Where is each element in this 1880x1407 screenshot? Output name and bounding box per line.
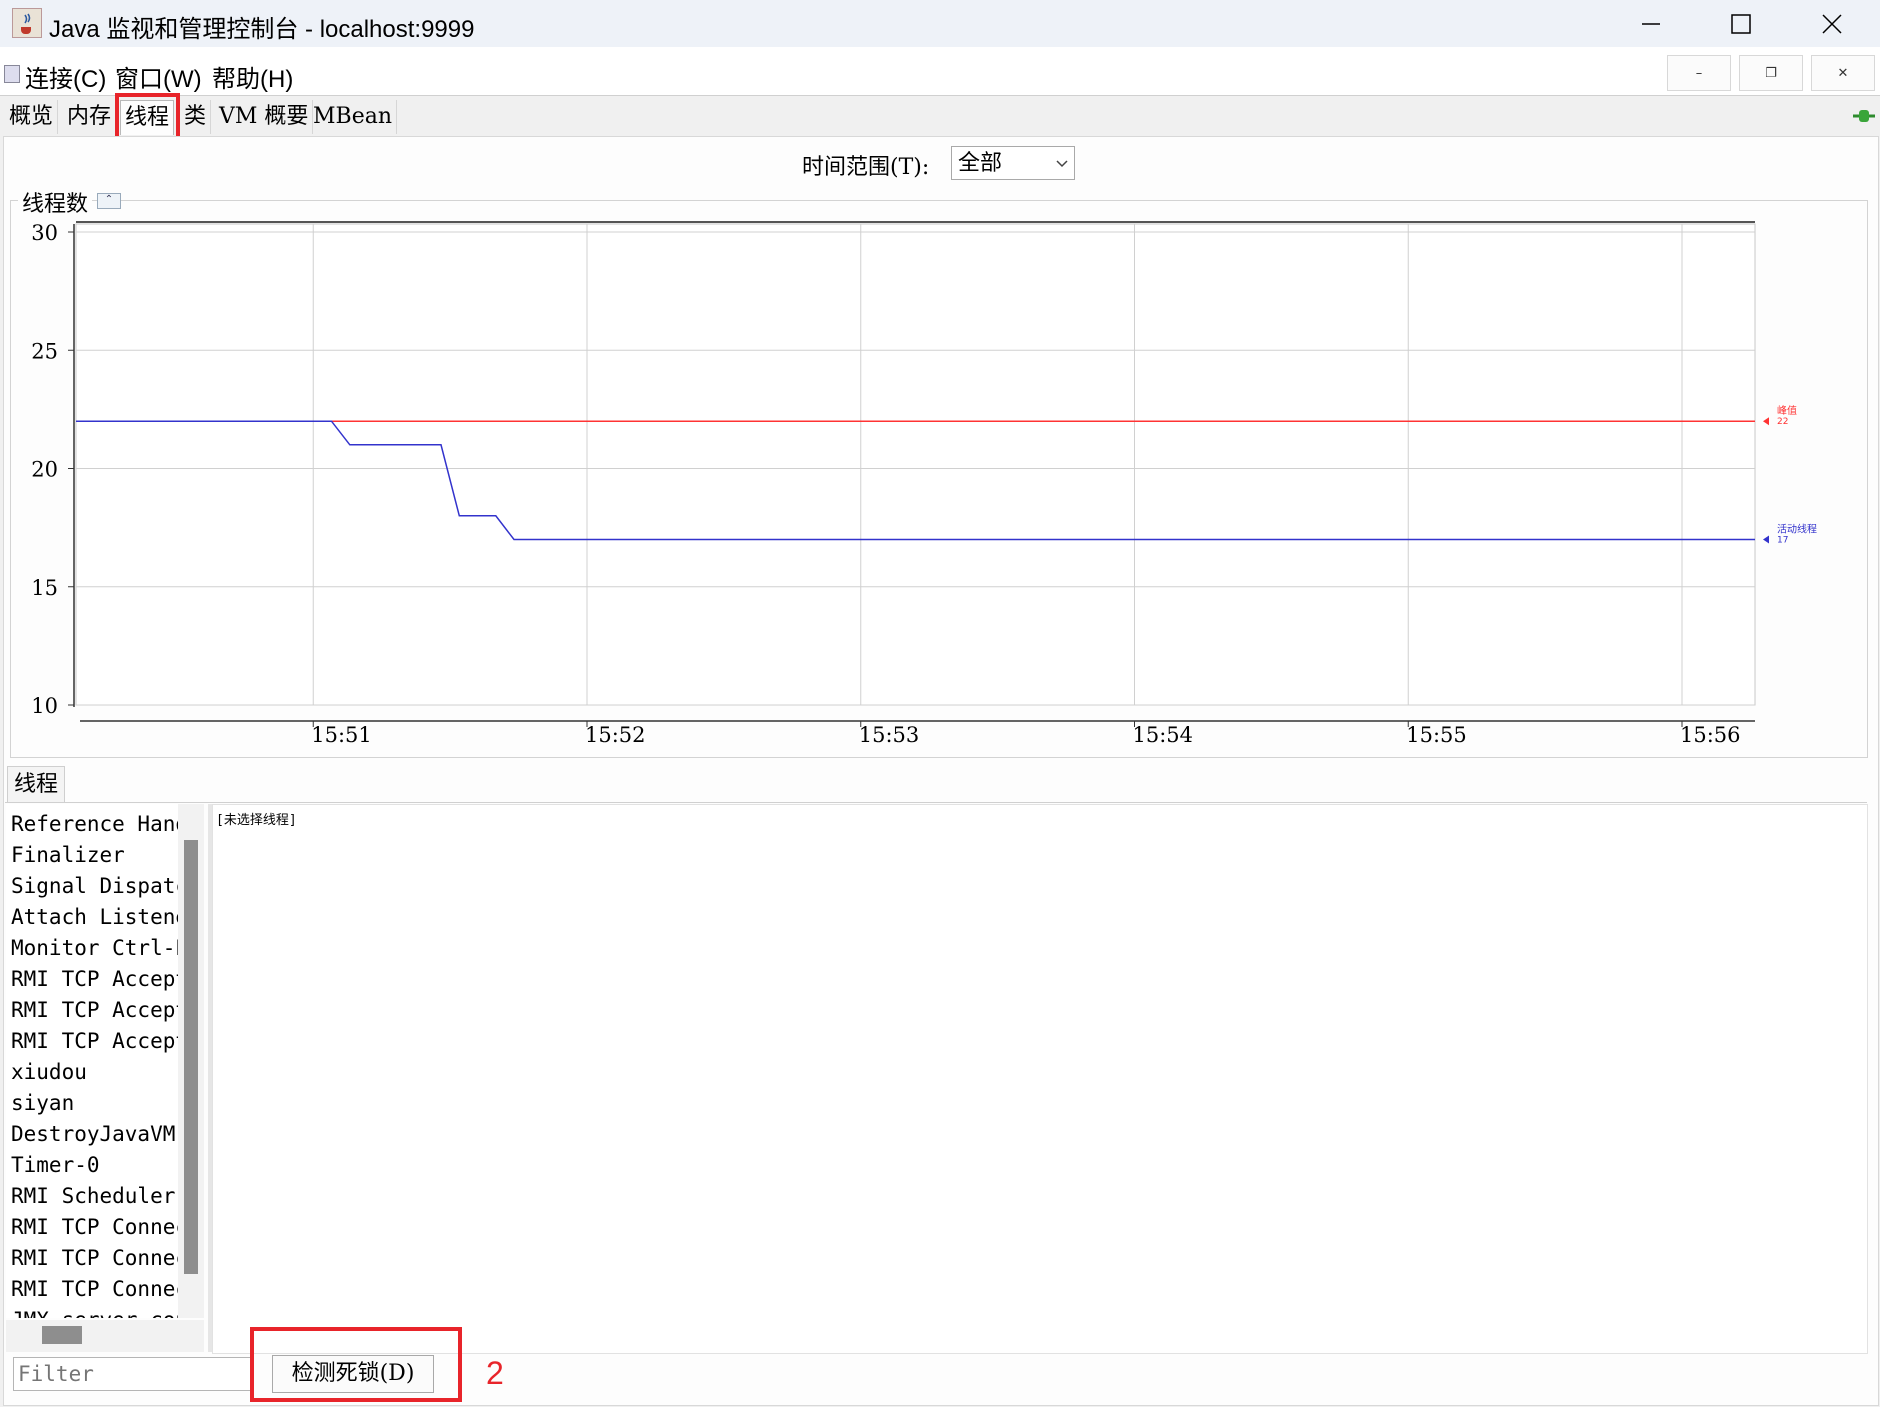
plot-area [75, 223, 1756, 706]
series-value-label: 17 [1777, 535, 1788, 545]
x-tick-label: 15:52 [585, 723, 646, 747]
thread-count-chart: 10 15 20 25 30 15:51 15:52 15:53 15:54 15:55 15:56… [31, 221, 1817, 747]
thread-list-item[interactable]: RMI TCP Accept [11, 967, 178, 998]
maximize-button[interactable] [1695, 0, 1787, 47]
mdi-restore-button[interactable]: ❐ [1739, 55, 1803, 91]
thread-list-item[interactable]: RMI TCP Connec [11, 1246, 178, 1277]
time-range-label: 时间范围(T): [802, 155, 930, 180]
java-cup-icon [12, 8, 42, 38]
y-tick-label: 25 [31, 339, 58, 363]
threads-subtab[interactable]: 线程 [7, 766, 66, 803]
menu-help[interactable]: 帮助(H) [212, 59, 293, 94]
thread-list-item[interactable]: Attach Listene [11, 905, 178, 936]
time-range-value: 全部 [958, 151, 1003, 176]
thread-list-item[interactable]: xiudou [11, 1060, 87, 1091]
doc-icon [4, 65, 20, 83]
chevron-down-icon [1054, 147, 1070, 190]
tab-vm-summary[interactable]: VM 概要 [215, 100, 314, 134]
chart-grid [75, 221, 1756, 706]
thread-list-item[interactable]: RMI Scheduler( [11, 1184, 178, 1215]
tab-mbean[interactable]: MBean [309, 100, 397, 134]
thread-list-item[interactable]: Signal Dispatc [11, 874, 178, 905]
thread-list-item[interactable]: DestroyJavaVM [11, 1122, 175, 1153]
y-tick-label: 10 [31, 694, 58, 718]
mdi-minimize-button[interactable]: – [1667, 55, 1731, 91]
vscroll-thumb[interactable] [184, 840, 198, 1274]
divider [5, 802, 1867, 803]
no-thread-selected-text: [未选择线程] [216, 813, 297, 828]
close-button[interactable] [1786, 0, 1878, 47]
thread-list-item[interactable]: RMI TCP Accept [11, 1029, 178, 1060]
thread-list-item[interactable]: RMI TCP Accept [11, 998, 178, 1029]
y-tick-label: 30 [31, 221, 58, 245]
thread-list-item[interactable]: Monitor Ctrl-E [11, 936, 178, 967]
tab-overview[interactable]: 概览 [5, 100, 59, 134]
tab-classes[interactable]: 类 [180, 100, 212, 134]
thread-list[interactable]: Reference HandcFinalizerSignal DispatcAt… [6, 804, 178, 1318]
series-value-label: 22 [1777, 417, 1788, 427]
thread-list-item[interactable]: JMX server con [11, 1308, 178, 1318]
x-tick-label: 15:53 [859, 723, 920, 747]
y-tick-label: 15 [31, 576, 58, 600]
x-tick-label: 15:54 [1133, 723, 1194, 747]
x-tick-label: 15:51 [311, 723, 372, 747]
annotation-number-2: 2 [486, 1355, 504, 1391]
thread-list-item[interactable]: RMI TCP Connec [11, 1215, 178, 1246]
thread-list-item[interactable]: Timer-0 [11, 1153, 100, 1184]
thread-list-item[interactable]: Reference Handc [11, 812, 178, 843]
series-name-label: 峰值 [1777, 404, 1797, 417]
time-range-select[interactable]: 全部 [951, 146, 1075, 180]
menu-connection[interactable]: 连接(C) [25, 59, 106, 94]
series-end-marker [1763, 535, 1769, 544]
thread-list-item[interactable]: Finalizer [11, 843, 125, 874]
mdi-close-button[interactable]: ✕ [1811, 55, 1875, 91]
hscroll-thumb[interactable] [42, 1326, 82, 1344]
filter-input[interactable] [13, 1357, 253, 1391]
window-title: Java 监视和管理控制台 - localhost:9999 [49, 16, 475, 43]
thread-list-item[interactable]: siyan [11, 1091, 74, 1122]
tab-memory[interactable]: 内存 [63, 100, 117, 134]
series-end-marker [1763, 417, 1769, 426]
thread-list-vscrollbar[interactable] [178, 804, 204, 1318]
x-tick-label: 15:55 [1406, 723, 1467, 747]
y-tick-label: 20 [31, 458, 58, 482]
title-bar: Java 监视和管理控制台 - localhost:9999 [0, 0, 1880, 47]
thread-list-hscrollbar[interactable] [6, 1320, 204, 1352]
annotation-box-1 [115, 93, 180, 140]
minimize-button[interactable] [1605, 0, 1697, 47]
series-name-label: 活动线程 [1777, 522, 1817, 535]
thread-detail-pane: [未选择线程] [212, 804, 1868, 1354]
annotation-box-2 [250, 1327, 462, 1402]
x-tick-label: 15:56 [1680, 723, 1741, 747]
connection-plug-icon [1851, 106, 1877, 130]
thread-list-item[interactable]: RMI TCP Connec [11, 1277, 178, 1308]
menu-window[interactable]: 窗口(W) [115, 59, 202, 94]
menu-bar: 连接(C) 窗口(W) 帮助(H) – ❐ ✕ [0, 47, 1880, 96]
